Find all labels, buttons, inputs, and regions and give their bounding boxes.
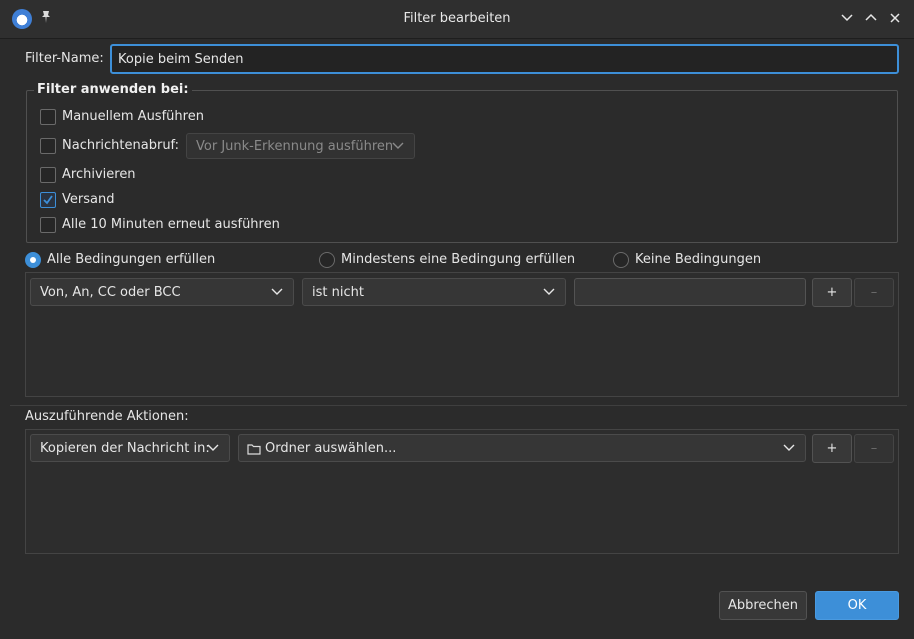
cancel-button[interactable]: Abbrechen [719, 591, 807, 620]
minimize-icon[interactable] [838, 9, 856, 27]
checkbox-fetch-label[interactable]: Nachrichtenabruf: [62, 138, 179, 153]
junk-order-select[interactable]: Vor Junk-Erkennung ausführen [186, 133, 415, 159]
condition-value-input[interactable] [574, 278, 806, 306]
chevron-down-icon [271, 288, 283, 295]
radio-match-all-label[interactable]: Alle Bedingungen erfüllen [47, 252, 215, 267]
radio-match-none-label[interactable]: Keine Bedingungen [635, 252, 761, 267]
section-divider [10, 405, 907, 406]
filter-name-label: Filter-Name: [25, 51, 104, 66]
target-folder-value: Ordner auswählen... [265, 441, 397, 456]
close-icon[interactable] [886, 9, 904, 27]
add-condition-button[interactable]: + [812, 278, 852, 307]
target-folder-select[interactable]: Ordner auswählen... [238, 434, 806, 462]
checkbox-fetch[interactable] [40, 138, 56, 154]
maximize-icon[interactable] [862, 9, 880, 27]
action-type-select[interactable]: Kopieren der Nachricht in: [30, 434, 230, 462]
ok-button[interactable]: OK [815, 591, 899, 620]
actions-label: Auszuführende Aktionen: [25, 409, 189, 424]
checkbox-archive[interactable] [40, 167, 56, 183]
condition-field-select[interactable]: Von, An, CC oder BCC [30, 278, 294, 306]
junk-order-select-value: Vor Junk-Erkennung ausführen [196, 139, 394, 154]
apply-filter-group-title: Filter anwenden bei: [34, 82, 192, 97]
title-bar: Filter bearbeiten [0, 0, 914, 39]
condition-field-value: Von, An, CC oder BCC [40, 285, 181, 300]
chevron-down-icon [543, 288, 555, 295]
condition-operator-value: ist nicht [312, 285, 364, 300]
checkbox-manual-label[interactable]: Manuellem Ausführen [62, 109, 204, 124]
remove-condition-button[interactable]: – [854, 278, 894, 307]
checkbox-send[interactable] [40, 192, 56, 208]
remove-action-button[interactable]: – [854, 434, 894, 463]
checkbox-archive-label[interactable]: Archivieren [62, 167, 136, 182]
checkmark-icon [43, 195, 53, 205]
checkbox-manual[interactable] [40, 109, 56, 125]
filter-name-input[interactable] [110, 44, 899, 74]
checkbox-periodic[interactable] [40, 217, 56, 233]
checkbox-send-label[interactable]: Versand [62, 192, 114, 207]
checkbox-periodic-label[interactable]: Alle 10 Minuten erneut ausführen [62, 217, 280, 232]
add-action-button[interactable]: + [812, 434, 852, 463]
action-type-value: Kopieren der Nachricht in: [40, 441, 210, 456]
folder-icon [247, 444, 261, 455]
window-title: Filter bearbeiten [403, 11, 511, 26]
chevron-down-icon [392, 142, 404, 149]
chevron-down-icon [207, 444, 219, 451]
condition-operator-select[interactable]: ist nicht [302, 278, 566, 306]
radio-match-any[interactable] [319, 252, 335, 268]
radio-match-any-label[interactable]: Mindestens eine Bedingung erfüllen [341, 252, 575, 267]
chevron-down-icon [783, 444, 795, 451]
radio-match-all[interactable] [25, 252, 41, 268]
radio-match-none[interactable] [613, 252, 629, 268]
